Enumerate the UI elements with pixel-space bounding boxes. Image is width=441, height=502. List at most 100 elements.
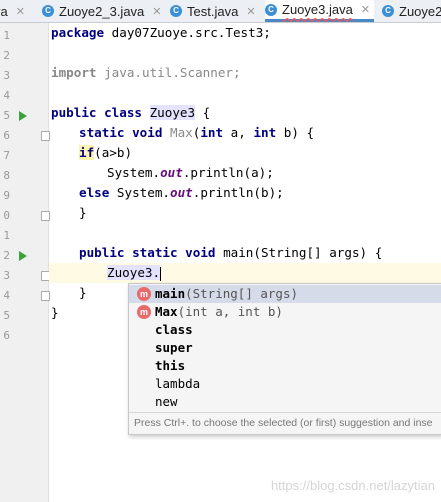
completion-item-super[interactable]: super: [129, 339, 441, 357]
line-number: 8: [3, 169, 10, 182]
completion-params: (int a, int b): [177, 304, 283, 319]
code-line-14: }: [79, 285, 87, 300]
code-text: {: [195, 105, 211, 120]
line-number: 2: [3, 49, 10, 62]
line-number: 6: [3, 329, 10, 342]
completion-name: main: [155, 286, 186, 301]
tab-zuoye2-3[interactable]: C Zuoye2_3.java ✕: [42, 0, 162, 22]
code-text: .println(b);: [192, 185, 284, 200]
tab-partial-left[interactable]: va ✕: [0, 0, 25, 22]
code-text: a,: [223, 125, 254, 140]
java-class-icon: C: [42, 5, 54, 17]
code-line-13: Zuoye3.: [107, 263, 162, 283]
completion-item-new[interactable]: new: [129, 393, 441, 411]
code-text: System.: [116, 185, 170, 200]
code-completion-popup: m main(String[] args) m Max(int a, int b…: [128, 283, 441, 435]
java-class-icon: C: [265, 3, 277, 16]
code-text: Zuoye3.: [107, 265, 161, 280]
line-number: 5: [3, 309, 10, 322]
method-icon: m: [137, 305, 151, 319]
completion-item-main[interactable]: m main(String[] args): [129, 285, 441, 303]
tab-test[interactable]: C Test.java ✕: [170, 0, 256, 22]
line-number: 3: [3, 69, 10, 82]
code-line-7: if(a>b): [79, 143, 132, 163]
completion-item-class[interactable]: class: [129, 321, 441, 339]
code-line-12: public static void main(String[] args) {: [79, 243, 382, 263]
completion-name: Max: [155, 304, 178, 319]
fold-icon[interactable]: [41, 131, 50, 141]
completion-item-lambda[interactable]: lambda: [129, 375, 441, 393]
completion-hint: Press Ctrl+. to choose the selected (or …: [129, 412, 441, 433]
code-line-8: System.out.println(a);: [107, 163, 274, 183]
static-field: out: [160, 165, 183, 180]
tab-label: Zuoye2: [399, 3, 441, 19]
code-line-10: }: [79, 205, 87, 220]
close-icon[interactable]: ✕: [361, 3, 370, 16]
completion-name: new: [155, 394, 178, 409]
keyword: public static void: [79, 245, 224, 260]
method-name: Max: [170, 125, 193, 140]
tab-label: Zuoye2_3.java: [59, 3, 145, 19]
line-number: 4: [3, 289, 10, 302]
code-line-15: }: [51, 305, 59, 320]
tab-label: va: [0, 3, 8, 19]
completion-name: super: [155, 340, 193, 355]
fold-icon[interactable]: [41, 291, 50, 301]
completion-params: (String[] args): [185, 286, 298, 301]
tab-label: Zuoye3.java: [282, 2, 353, 17]
run-main-icon[interactable]: [19, 251, 27, 261]
java-class-icon: C: [170, 5, 182, 17]
line-number: 7: [3, 149, 10, 162]
code-text: System.: [107, 165, 161, 180]
code-line-6: static void Max(int a, int b) {: [79, 123, 314, 143]
line-number: 6: [3, 129, 10, 142]
line-number: 4: [3, 89, 10, 102]
line-number: 5: [3, 109, 10, 122]
method-icon: m: [137, 287, 151, 301]
close-icon[interactable]: ✕: [246, 5, 255, 18]
code-text: (a>b): [94, 145, 133, 160]
keyword: int: [253, 125, 277, 140]
keyword: if: [79, 145, 95, 160]
line-gutter: 1 2 3 4 5 6 7 8 9 0 1 2 3 4 5 6: [0, 23, 50, 502]
fold-icon[interactable]: [41, 211, 50, 221]
keyword: static void: [79, 125, 170, 140]
keyword: public class: [51, 105, 150, 120]
text-cursor: [160, 266, 162, 281]
keyword: import: [51, 65, 97, 80]
tab-label: Test.java: [187, 3, 239, 19]
completion-item-this[interactable]: this: [129, 357, 441, 375]
keyword: int: [200, 125, 224, 140]
tab-zuoye3[interactable]: C Zuoye3.java ✕: [265, 0, 375, 22]
java-class-icon: C: [382, 5, 394, 17]
code-text: main(String[] args) {: [223, 245, 383, 260]
run-class-icon[interactable]: [19, 111, 27, 121]
watermark: https://blog.csdn.net/lazytian: [270, 478, 435, 493]
class-name: Zuoye3: [149, 105, 196, 120]
code-text: .println(a);: [182, 165, 274, 180]
completion-name: this: [155, 358, 186, 373]
keyword: package: [51, 25, 105, 40]
tab-zuoye2[interactable]: C Zuoye2: [382, 0, 441, 22]
editor-tab-bar: va ✕ C Zuoye2_3.java ✕ C Test.java ✕ C Z…: [0, 0, 441, 23]
code-text: day07Zuoye.src.Test3;: [104, 25, 271, 40]
line-number: 3: [3, 269, 10, 282]
line-number: 1: [3, 229, 10, 242]
line-number: 2: [3, 249, 10, 262]
static-field: out: [170, 185, 193, 200]
code-line-3: import java.util.Scanner;: [51, 63, 241, 83]
close-icon[interactable]: ✕: [16, 5, 25, 18]
completion-item-max[interactable]: m Max(int a, int b): [129, 303, 441, 321]
code-line-1: package day07Zuoye.src.Test3;: [51, 23, 271, 43]
line-number: 9: [3, 189, 10, 202]
code-line-5: public class Zuoye3 {: [51, 103, 210, 123]
line-number: 1: [3, 29, 10, 42]
close-icon[interactable]: ✕: [152, 5, 161, 18]
line-number: 0: [3, 209, 10, 222]
completion-name: lambda: [155, 376, 201, 391]
keyword: else: [79, 185, 117, 200]
code-text: java.util.Scanner;: [96, 65, 241, 80]
code-text: b) {: [276, 125, 315, 140]
code-line-9: else System.out.println(b);: [79, 183, 284, 203]
completion-name: class: [155, 322, 193, 337]
